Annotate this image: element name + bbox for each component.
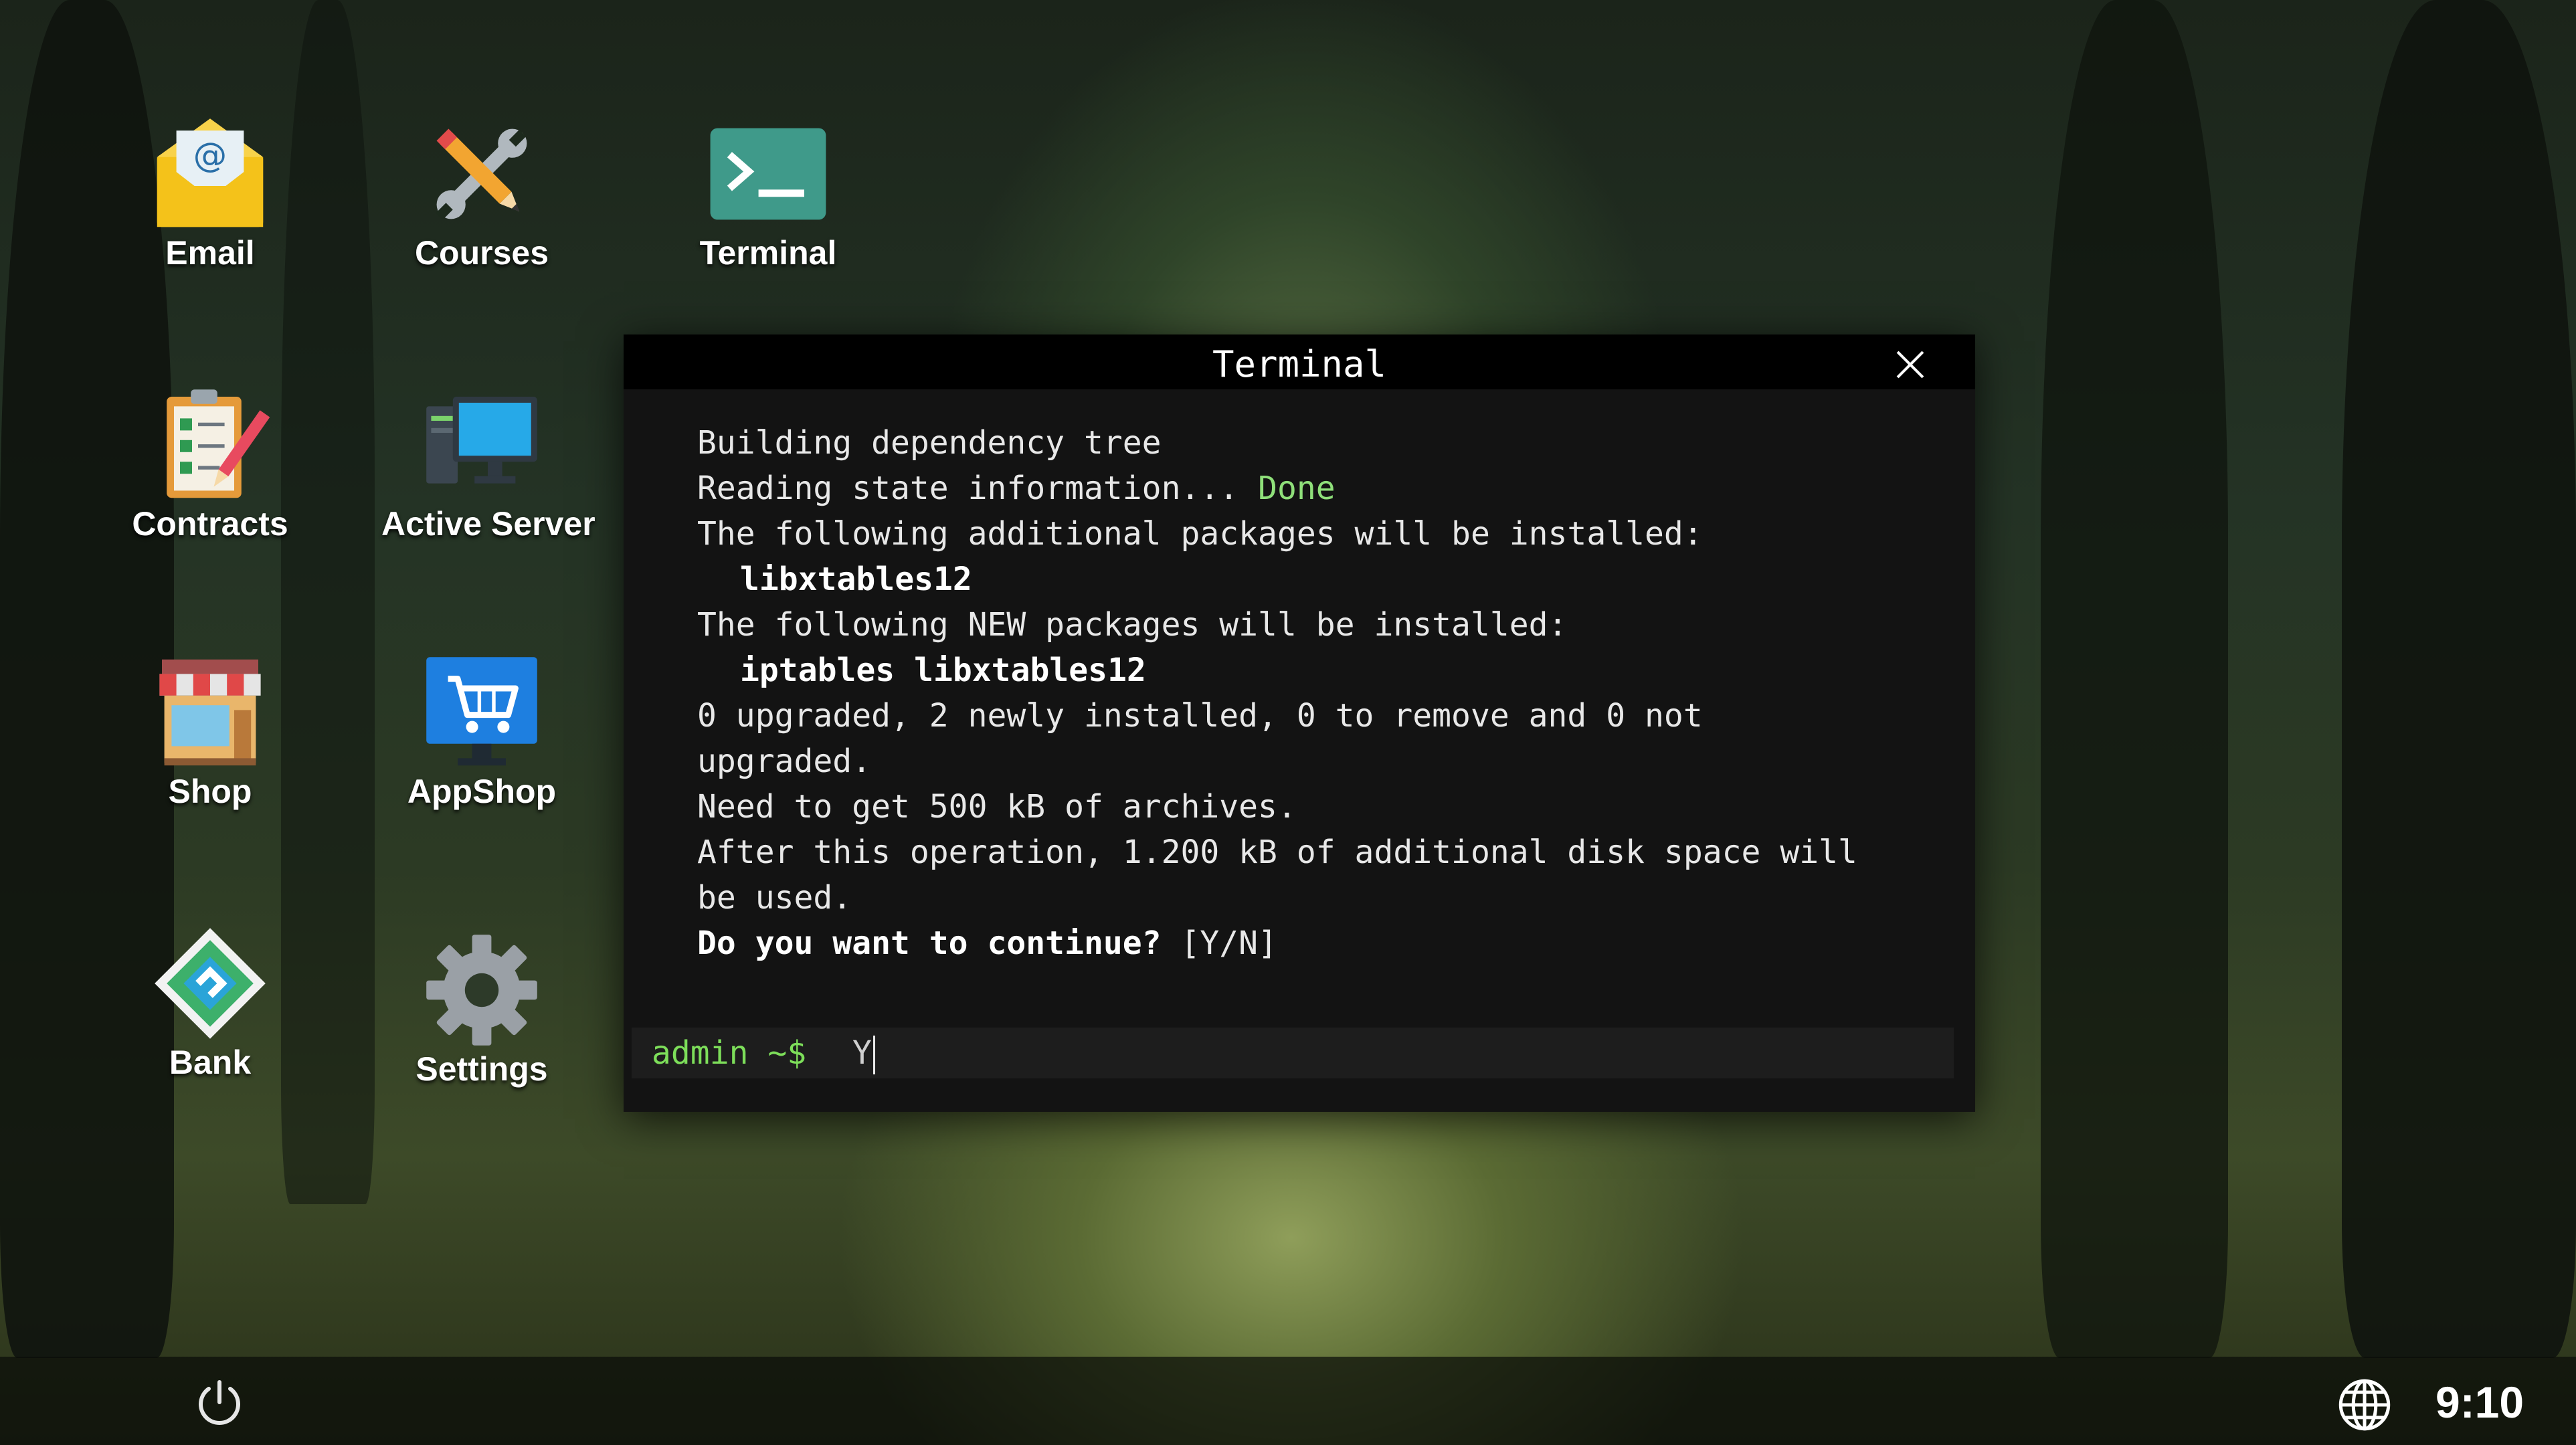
terminal-output: Building dependency tree Reading state i… xyxy=(697,401,1955,1024)
server-monitor-icon xyxy=(426,397,537,484)
terminal-title: Terminal xyxy=(1212,343,1387,385)
desktop-icon-label: Bank xyxy=(169,1044,252,1081)
desktop-icon-label: AppShop xyxy=(407,773,557,810)
desktop-icon-label: Email xyxy=(165,234,255,272)
gear-icon xyxy=(426,935,537,1046)
desktop-icon-label: Settings xyxy=(416,1050,548,1088)
package-list: libxtables12 xyxy=(740,561,972,598)
terminal-icon xyxy=(710,128,826,220)
desktop-icon-courses[interactable]: Courses xyxy=(381,114,582,272)
appshop-cart-icon xyxy=(426,657,537,766)
desktop-icon-active-server[interactable]: Active Server xyxy=(381,385,595,543)
desktop-icon-bank[interactable]: Bank xyxy=(110,923,310,1082)
desktop-icon-label: Contracts xyxy=(132,505,288,543)
desktop-icon-shop[interactable]: Shop xyxy=(110,652,310,811)
desktop-icon-label: Courses xyxy=(414,234,549,272)
output-line: 0 upgraded, 2 newly installed, 0 to remo… xyxy=(697,697,1703,780)
confirm-options: [Y/N] xyxy=(1161,925,1277,962)
output-line: The following NEW packages will be insta… xyxy=(697,606,1568,644)
desktop-icon-terminal[interactable]: Terminal xyxy=(668,114,868,272)
output-line: Do you want to continue? [Y/N] xyxy=(697,921,1955,966)
output-line: Reading state information... Done xyxy=(697,466,1955,511)
command-input-value: Y xyxy=(852,1034,872,1072)
shop-storefront-icon xyxy=(159,659,261,766)
output-line: After this operation, 1.200 kB of additi… xyxy=(697,834,1857,917)
email-icon: @ xyxy=(157,118,264,227)
power-icon[interactable] xyxy=(193,1377,246,1430)
terminal-window[interactable]: Terminal Building dependency tree Readin… xyxy=(624,334,1975,1112)
status-done: Done xyxy=(1258,470,1336,507)
confirm-question: Do you want to continue? xyxy=(697,925,1162,962)
command-input-bar[interactable]: admin ~$ Y xyxy=(632,1028,1954,1078)
clipped-output-line xyxy=(697,401,1955,420)
globe-icon[interactable] xyxy=(2336,1377,2393,1433)
desktop-icon-appshop[interactable]: AppShop xyxy=(381,652,582,811)
output-line: Need to get 500 kB of archives. xyxy=(697,788,1297,826)
desktop-icon-label: Terminal xyxy=(699,234,837,272)
taskbar: 9:10 xyxy=(0,1357,2576,1445)
output-line: The following additional packages will b… xyxy=(697,515,1703,553)
desktop-icon-contracts[interactable]: Contracts xyxy=(110,385,310,543)
output-text: Reading state information... xyxy=(697,470,1259,507)
clock: 9:10 xyxy=(2435,1377,2524,1427)
desktop-icon-label: Shop xyxy=(168,773,252,810)
contracts-clipboard-icon xyxy=(167,389,270,498)
background-tree xyxy=(2342,0,2576,1358)
package-list: iptables libxtables12 xyxy=(740,652,1146,689)
desktop-icon-email[interactable]: @ Email xyxy=(110,114,310,272)
bank-diamond-icon xyxy=(155,928,266,1039)
courses-tools-icon xyxy=(436,128,527,220)
background-tree xyxy=(2041,0,2228,1358)
terminal-title-bar[interactable]: Terminal xyxy=(624,334,1975,389)
desktop-icon-label: Active Server xyxy=(381,505,595,543)
svg-text:@: @ xyxy=(193,135,227,175)
close-icon[interactable] xyxy=(1892,347,1928,383)
command-input[interactable]: Y xyxy=(852,1028,875,1078)
desktop-icon-settings[interactable]: Settings xyxy=(381,930,582,1088)
shell-prompt: admin ~$ xyxy=(652,1034,807,1072)
text-caret xyxy=(872,1036,875,1074)
output-line: Building dependency tree xyxy=(697,424,1162,462)
